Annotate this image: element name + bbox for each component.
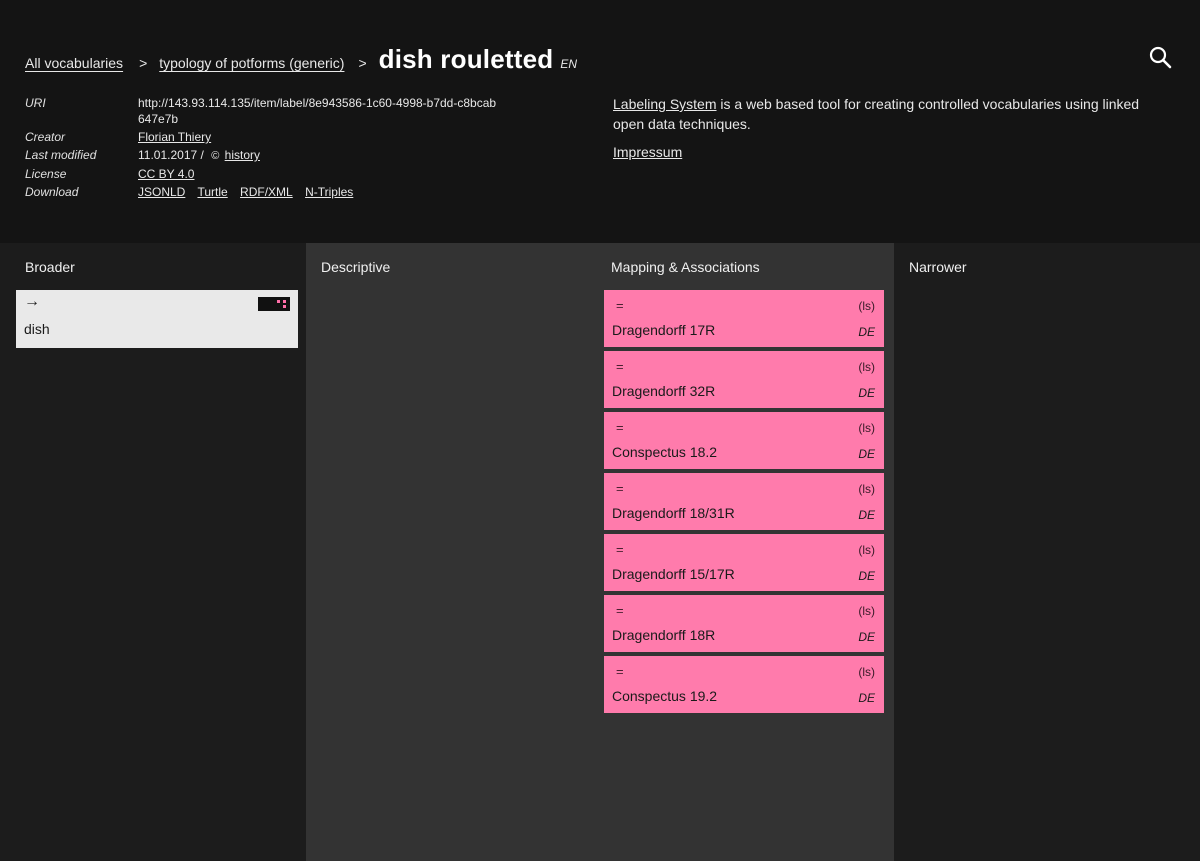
mapping-label: Conspectus 19.2 <box>612 688 718 704</box>
license-link[interactable]: CC BY 4.0 <box>138 167 194 181</box>
header: All vocabularies > typology of potforms … <box>0 0 1200 243</box>
download-jsonld-link[interactable]: JSONLD <box>138 185 185 199</box>
exact-match-relation: = <box>616 359 624 374</box>
impressum-link[interactable]: Impressum <box>613 144 682 160</box>
breadcrumb-separator: > <box>358 55 367 71</box>
descriptive-column: Descriptive <box>306 243 594 861</box>
mapping-card[interactable]: = (ls) Dragendorff 18R DE <box>604 595 884 652</box>
mapping-label: Dragendorff 15/17R <box>612 566 735 582</box>
last-modified-row: Last modified 11.01.2017 / © history <box>25 146 498 165</box>
mapping-card[interactable]: = (ls) Conspectus 19.2 DE <box>604 656 884 713</box>
mapping-language: DE <box>858 630 875 644</box>
download-turtle-link[interactable]: Turtle <box>197 185 227 199</box>
narrower-heading: Narrower <box>909 259 967 275</box>
exact-match-relation: = <box>616 298 624 313</box>
mapping-source: (ls) <box>858 421 875 435</box>
descriptive-heading: Descriptive <box>321 259 391 275</box>
creator-link[interactable]: Florian Thiery <box>138 130 211 144</box>
mapping-source: (ls) <box>858 543 875 557</box>
mapping-label: Conspectus 18.2 <box>612 444 718 460</box>
history-link[interactable]: history <box>225 148 260 162</box>
mapping-language: DE <box>858 325 875 339</box>
download-row: Download JSONLD Turtle RDF/XML N-Triples <box>25 183 498 201</box>
broader-column: Broader → dish <box>0 243 306 861</box>
mapping-card[interactable]: = (ls) Dragendorff 15/17R DE <box>604 534 884 591</box>
exact-match-relation: = <box>616 481 624 496</box>
exact-match-relation: = <box>616 542 624 557</box>
breadcrumb-vocabulary-link[interactable]: typology of potforms (generic) <box>159 55 344 71</box>
broader-concept-card[interactable]: → dish <box>16 290 298 348</box>
mapping-language: DE <box>858 386 875 400</box>
uri-row: URI http://143.93.114.135/item/label/8e9… <box>25 94 498 128</box>
history-icon: © <box>211 150 220 162</box>
mapping-label: Dragendorff 18/31R <box>612 505 735 521</box>
mapping-language: DE <box>858 508 875 522</box>
about-text: Labeling System is a web based tool for … <box>613 94 1173 134</box>
mapping-card[interactable]: = (ls) Dragendorff 32R DE <box>604 351 884 408</box>
mapping-heading: Mapping & Associations <box>611 259 760 275</box>
mapping-source: (ls) <box>858 482 875 496</box>
broader-concept-label: dish <box>24 321 50 337</box>
labeling-system-link[interactable]: Labeling System <box>613 96 717 112</box>
uri-key: URI <box>25 96 46 110</box>
broader-heading: Broader <box>25 259 75 275</box>
mapping-card[interactable]: = (ls) Conspectus 18.2 DE <box>604 412 884 469</box>
mapping-source: (ls) <box>858 665 875 679</box>
page-title: dish rouletted <box>378 44 554 74</box>
mapping-label: Dragendorff 18R <box>612 627 716 643</box>
mapping-language: DE <box>858 447 875 461</box>
mapping-language: DE <box>858 569 875 583</box>
metadata-table: URI http://143.93.114.135/item/label/8e9… <box>25 94 498 201</box>
vocabulary-badge-icon <box>258 297 290 311</box>
uri-value: http://143.93.114.135/item/label/8e94358… <box>138 96 497 126</box>
arrow-right-icon: → <box>24 293 40 310</box>
creator-row: Creator Florian Thiery <box>25 128 498 146</box>
exact-match-relation: = <box>616 603 624 618</box>
mapping-card[interactable]: = (ls) Dragendorff 18/31R DE <box>604 473 884 530</box>
title-language-tag: EN <box>560 57 578 71</box>
mapping-source: (ls) <box>858 299 875 313</box>
breadcrumb: All vocabularies > typology of potforms … <box>25 44 577 76</box>
download-rdfxml-link[interactable]: RDF/XML <box>240 185 293 199</box>
exact-match-relation: = <box>616 420 624 435</box>
license-key: License <box>25 167 67 181</box>
breadcrumb-all-vocabularies-link[interactable]: All vocabularies <box>25 55 123 71</box>
mapping-label: Dragendorff 17R <box>612 322 716 338</box>
breadcrumb-separator: > <box>139 55 148 71</box>
mapping-label: Dragendorff 32R <box>612 383 716 399</box>
last-modified-value: 11.01.2017 / <box>138 148 204 162</box>
search-icon[interactable] <box>1148 45 1174 71</box>
mapping-card[interactable]: = (ls) Dragendorff 17R DE <box>604 290 884 347</box>
last-modified-key: Last modified <box>25 148 97 162</box>
mapping-column: Mapping & Associations = (ls) Dragendorf… <box>594 243 894 861</box>
mapping-source: (ls) <box>858 360 875 374</box>
exact-match-relation: = <box>616 664 624 679</box>
download-ntriples-link[interactable]: N-Triples <box>305 185 353 199</box>
creator-key: Creator <box>25 130 66 144</box>
license-row: License CC BY 4.0 <box>25 165 498 183</box>
download-key: Download <box>25 185 79 199</box>
mapping-source: (ls) <box>858 604 875 618</box>
narrower-column: Narrower <box>894 243 1200 861</box>
mapping-language: DE <box>858 691 875 705</box>
